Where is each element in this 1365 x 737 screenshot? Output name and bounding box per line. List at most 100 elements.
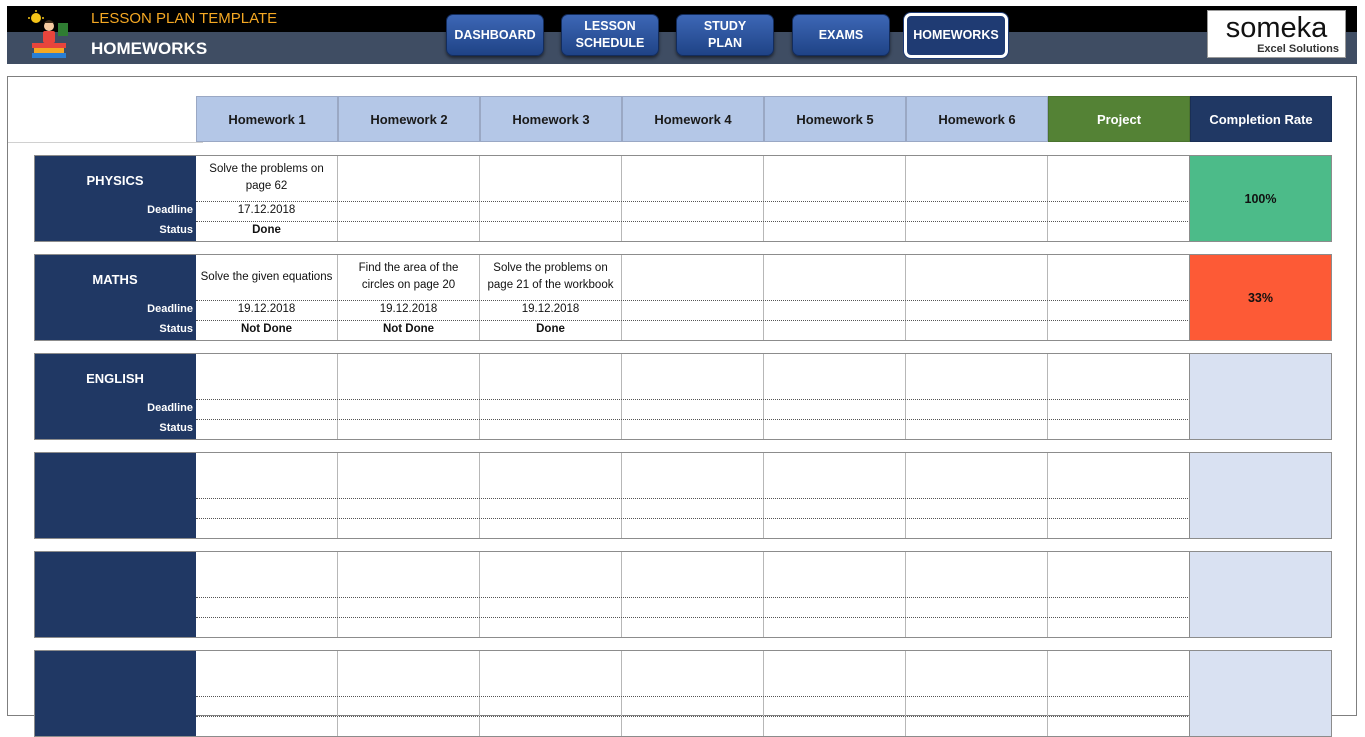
- nav-lesson-schedule-button[interactable]: LESSON SCHEDULE: [561, 14, 659, 56]
- deadline-cell[interactable]: [622, 300, 764, 320]
- task-cell[interactable]: Solve the given equations: [196, 254, 338, 300]
- deadline-cell[interactable]: [764, 300, 906, 320]
- deadline-cell[interactable]: [764, 696, 906, 716]
- status-cell[interactable]: [196, 617, 338, 638]
- deadline-cell[interactable]: [480, 399, 622, 419]
- status-cell[interactable]: [338, 419, 480, 440]
- status-cell[interactable]: [480, 716, 622, 737]
- task-cell[interactable]: [622, 254, 764, 300]
- deadline-cell[interactable]: [906, 399, 1048, 419]
- task-cell[interactable]: [764, 155, 906, 201]
- status-cell[interactable]: [764, 419, 906, 440]
- deadline-cell[interactable]: [622, 201, 764, 221]
- task-cell[interactable]: [338, 650, 480, 696]
- task-cell[interactable]: [622, 650, 764, 696]
- deadline-cell[interactable]: [906, 597, 1048, 617]
- deadline-cell[interactable]: [338, 399, 480, 419]
- deadline-cell[interactable]: [338, 696, 480, 716]
- task-cell[interactable]: [338, 452, 480, 498]
- subject-label-cell[interactable]: ENGLISH Deadline Status: [34, 353, 196, 440]
- status-cell[interactable]: [338, 518, 480, 539]
- deadline-cell[interactable]: [1048, 399, 1190, 419]
- task-cell[interactable]: [764, 551, 906, 597]
- task-cell[interactable]: [906, 452, 1048, 498]
- task-cell[interactable]: [338, 551, 480, 597]
- deadline-cell[interactable]: [196, 696, 338, 716]
- deadline-cell[interactable]: [906, 201, 1048, 221]
- deadline-cell[interactable]: [622, 498, 764, 518]
- task-cell[interactable]: [622, 353, 764, 399]
- subject-label-cell[interactable]: [34, 650, 196, 737]
- status-cell[interactable]: [196, 518, 338, 539]
- task-cell[interactable]: [622, 452, 764, 498]
- task-cell[interactable]: [480, 353, 622, 399]
- task-cell[interactable]: [480, 155, 622, 201]
- status-cell[interactable]: [480, 518, 622, 539]
- task-cell[interactable]: [1048, 155, 1190, 201]
- subject-label-cell[interactable]: [34, 551, 196, 638]
- nav-exams-button[interactable]: EXAMS: [792, 14, 890, 56]
- deadline-cell[interactable]: 19.12.2018: [196, 300, 338, 320]
- task-cell[interactable]: [1048, 551, 1190, 597]
- status-cell[interactable]: [622, 320, 764, 341]
- status-cell[interactable]: [622, 716, 764, 737]
- deadline-cell[interactable]: [764, 399, 906, 419]
- status-cell[interactable]: [196, 716, 338, 737]
- deadline-cell[interactable]: [196, 399, 338, 419]
- status-cell[interactable]: [338, 221, 480, 242]
- task-cell[interactable]: [338, 155, 480, 201]
- subject-label-cell[interactable]: [34, 452, 196, 539]
- task-cell[interactable]: Solve the problems on page 21 of the wor…: [480, 254, 622, 300]
- deadline-cell[interactable]: [906, 696, 1048, 716]
- deadline-cell[interactable]: 17.12.2018: [196, 201, 338, 221]
- status-cell[interactable]: Done: [196, 221, 338, 242]
- deadline-cell[interactable]: [622, 696, 764, 716]
- task-cell[interactable]: [622, 155, 764, 201]
- status-cell[interactable]: [764, 221, 906, 242]
- deadline-cell[interactable]: [338, 201, 480, 221]
- status-cell[interactable]: [622, 419, 764, 440]
- status-cell[interactable]: [1048, 518, 1190, 539]
- status-cell[interactable]: [906, 716, 1048, 737]
- status-cell[interactable]: [764, 518, 906, 539]
- deadline-cell[interactable]: [480, 597, 622, 617]
- status-cell[interactable]: [338, 617, 480, 638]
- status-cell[interactable]: [622, 221, 764, 242]
- task-cell[interactable]: [338, 353, 480, 399]
- task-cell[interactable]: [480, 650, 622, 696]
- task-cell[interactable]: [764, 353, 906, 399]
- status-cell[interactable]: [1048, 419, 1190, 440]
- deadline-cell[interactable]: [1048, 696, 1190, 716]
- task-cell[interactable]: [196, 650, 338, 696]
- nav-dashboard-button[interactable]: DASHBOARD: [446, 14, 544, 56]
- status-cell[interactable]: [1048, 716, 1190, 737]
- task-cell[interactable]: Solve the problems on page 62: [196, 155, 338, 201]
- deadline-cell[interactable]: [480, 498, 622, 518]
- subject-label-cell[interactable]: PHYSICS Deadline Status: [34, 155, 196, 242]
- deadline-cell[interactable]: [1048, 201, 1190, 221]
- status-cell[interactable]: [480, 419, 622, 440]
- status-cell[interactable]: [764, 617, 906, 638]
- status-cell[interactable]: [622, 518, 764, 539]
- deadline-cell[interactable]: [906, 300, 1048, 320]
- deadline-cell[interactable]: [338, 498, 480, 518]
- task-cell[interactable]: [906, 155, 1048, 201]
- status-cell[interactable]: [764, 320, 906, 341]
- task-cell[interactable]: [480, 551, 622, 597]
- task-cell[interactable]: [1048, 650, 1190, 696]
- task-cell[interactable]: Find the area of the circles on page 20: [338, 254, 480, 300]
- someka-logo[interactable]: someka Excel Solutions: [1207, 10, 1346, 58]
- task-cell[interactable]: [1048, 353, 1190, 399]
- deadline-cell[interactable]: [196, 597, 338, 617]
- status-cell[interactable]: [906, 221, 1048, 242]
- deadline-cell[interactable]: [622, 597, 764, 617]
- status-cell[interactable]: [1048, 221, 1190, 242]
- task-cell[interactable]: [1048, 254, 1190, 300]
- task-cell[interactable]: [906, 650, 1048, 696]
- subject-label-cell[interactable]: MATHS Deadline Status: [34, 254, 196, 341]
- deadline-cell[interactable]: [1048, 498, 1190, 518]
- status-cell[interactable]: Not Done: [338, 320, 480, 341]
- task-cell[interactable]: [764, 650, 906, 696]
- deadline-cell[interactable]: [480, 696, 622, 716]
- task-cell[interactable]: [764, 452, 906, 498]
